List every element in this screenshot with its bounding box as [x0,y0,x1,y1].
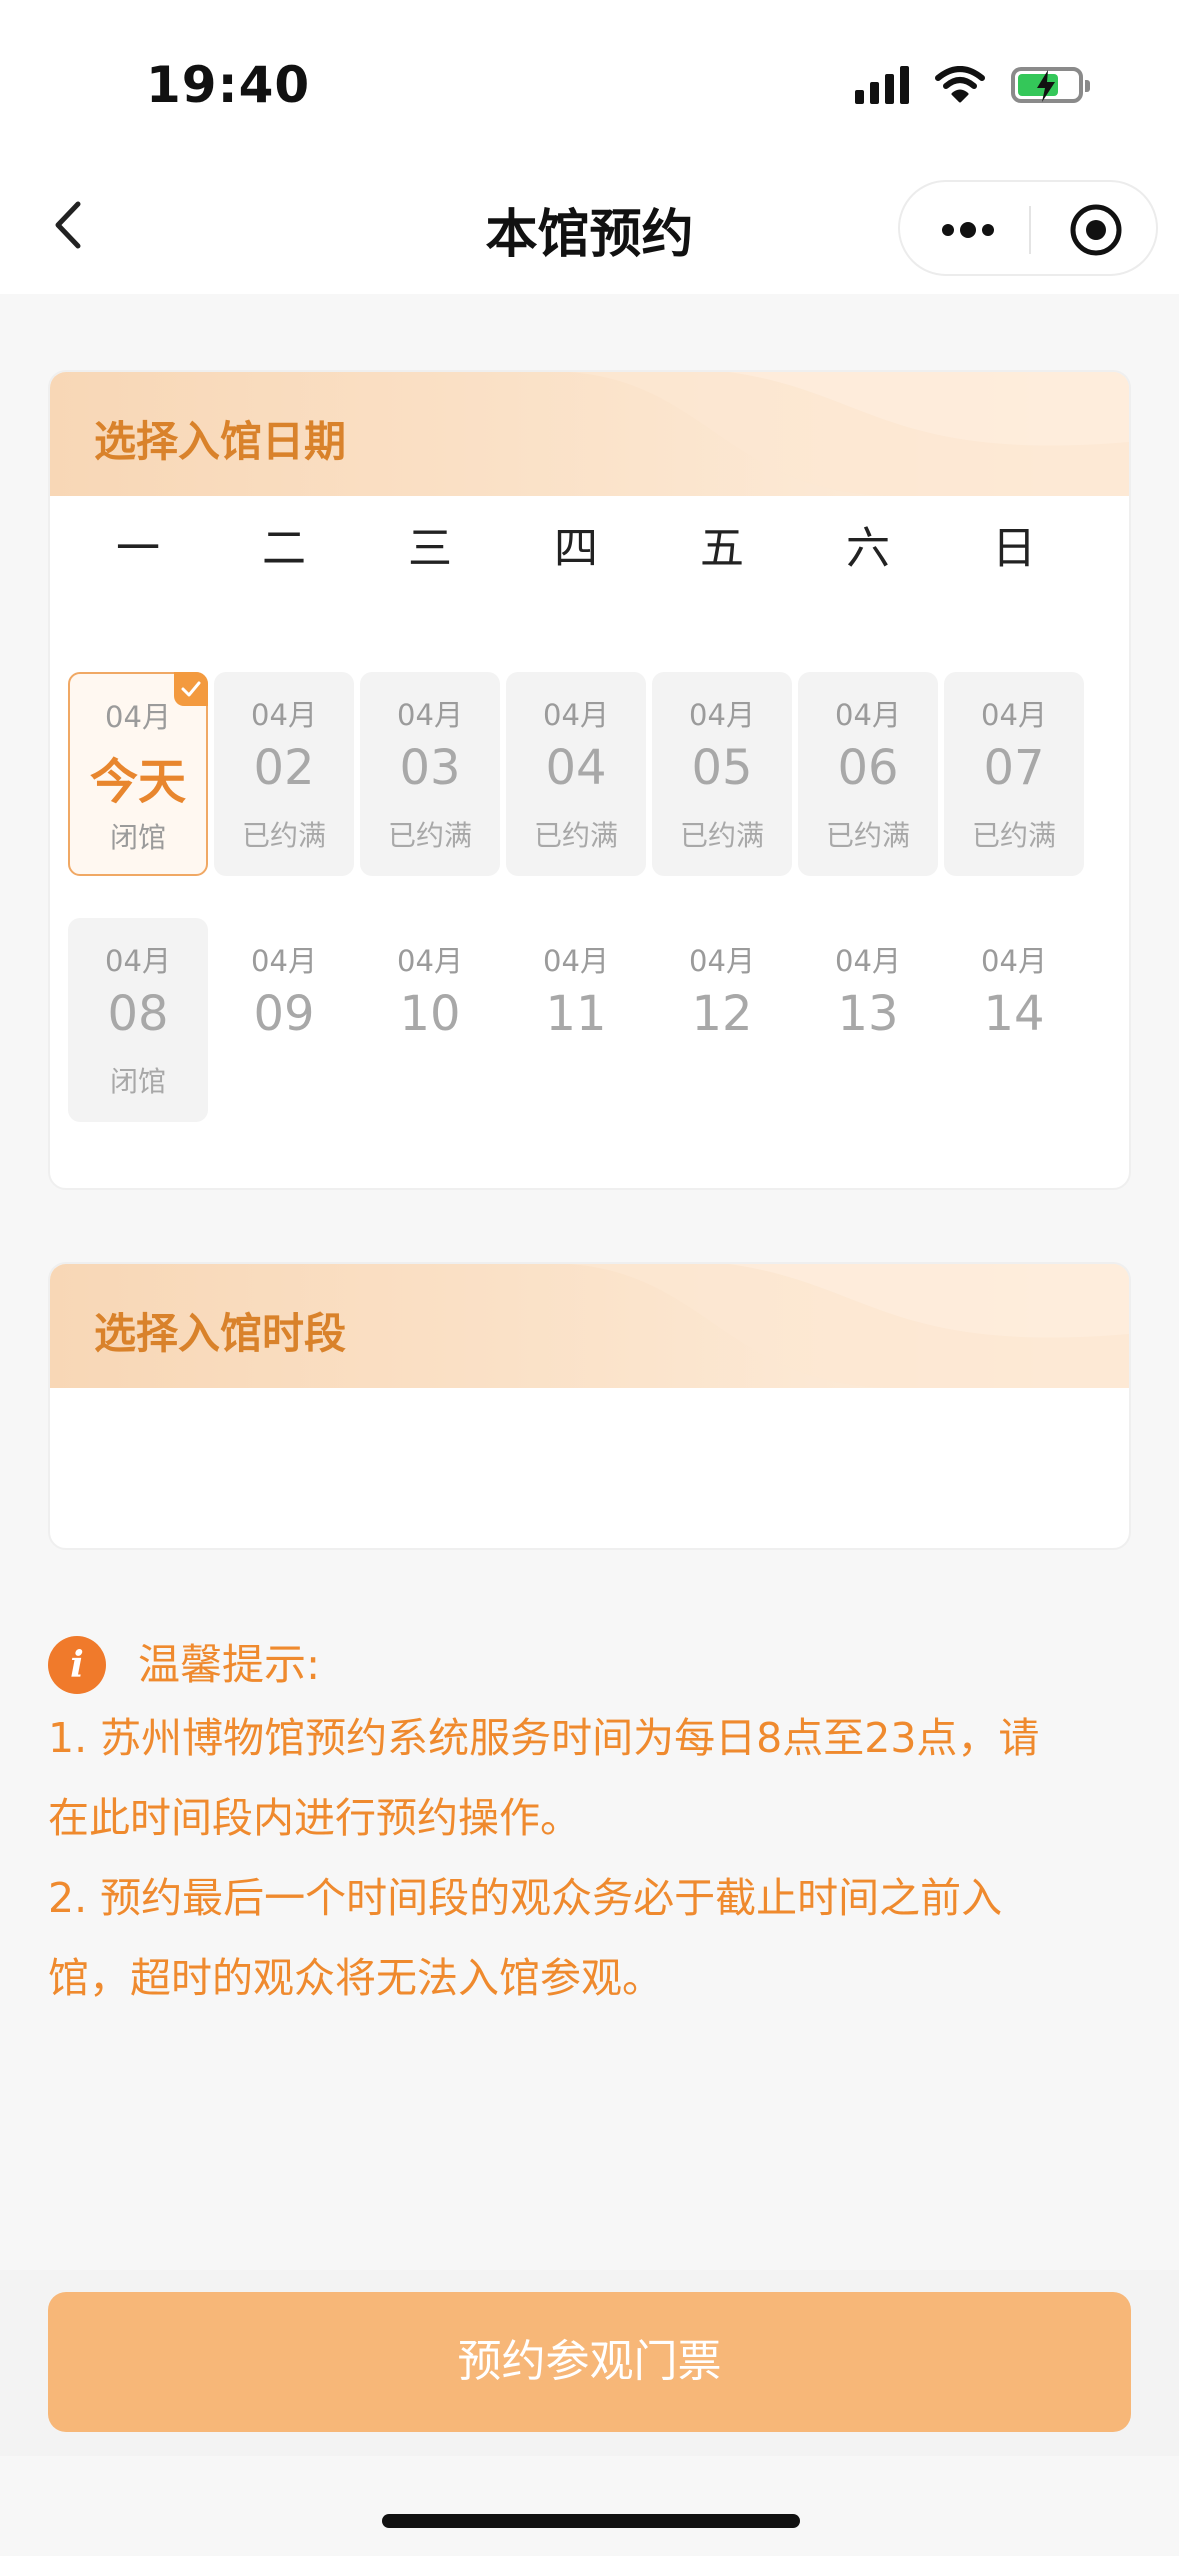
date-cell[interactable]: 04月 09 [214,918,354,1122]
date-cell[interactable]: 04月 13 [798,918,938,1122]
date-cell-today[interactable]: 04月 今天 闭馆 [68,672,208,876]
time-card-header: 选择入馆时段 [50,1264,1129,1388]
date-cell[interactable]: 04月 12 [652,918,792,1122]
date-cell[interactable]: 04月 02 已约满 [214,672,354,876]
tips-title: 温馨提示: [138,1640,321,1689]
home-indicator [382,2514,800,2528]
date-month: 04月 [105,944,171,978]
date-card-header: 选择入馆日期 [50,372,1129,496]
time-slot-card: 选择入馆时段 [48,1262,1131,1550]
weekday-mon: 一 [116,523,160,574]
date-month: 04月 [689,698,755,732]
date-cell[interactable]: 04月 11 [506,918,646,1122]
date-month: 04月 [981,698,1047,732]
mini-program-capsule [898,180,1158,276]
date-cell[interactable]: 04月 14 [944,918,1084,1122]
date-status: 闭馆 [109,821,166,854]
tips-line: 馆，超时的观众将无法入馆参观。 [48,1954,663,2002]
capsule-divider [1029,206,1031,254]
cellular-signal-icon [855,66,909,104]
date-month: 04月 [543,698,609,732]
date-day: 14 [983,986,1045,1042]
top-bar: 19:40 本馆预约 [0,0,1179,294]
tips-line: 2. 预约最后一个时间段的观众务必于截止时间之前入 [48,1874,1003,1922]
date-day: 13 [837,986,899,1042]
date-month: 04月 [981,944,1047,978]
tips-line: 1. 苏州博物馆预约系统服务时间为每日8点至23点，请 [48,1714,1040,1762]
date-month: 04月 [835,698,901,732]
date-month: 04月 [689,944,755,978]
date-status: 已约满 [825,819,910,852]
date-selection-card: 选择入馆日期 一 二 三 四 五 六 日 04月 今天 闭馆 04月 02 已约… [48,370,1131,1190]
date-cell[interactable]: 04月 08 闭馆 [68,918,208,1122]
page: 19:40 本馆预约 选择入馆日期 一 二 三 四 五 六 日 04月 今天 闭… [0,0,1179,2556]
date-status: 闭馆 [109,1065,166,1098]
date-cell[interactable]: 04月 10 [360,918,500,1122]
date-status: 已约满 [387,819,472,852]
status-time: 19:40 [146,56,311,114]
date-day: 12 [691,986,753,1042]
status-icons [855,62,1090,108]
date-month: 04月 [251,698,317,732]
date-cell[interactable]: 04月 05 已约满 [652,672,792,876]
weekday-header-row: 一 二 三 四 五 六 日 [50,512,1129,592]
date-day: 今天 [89,754,186,810]
date-day: 02 [253,740,315,796]
date-cell[interactable]: 04月 06 已约满 [798,672,938,876]
date-month: 04月 [543,944,609,978]
header-wave-decoration [569,372,1129,496]
date-day: 08 [107,986,169,1042]
header-wave-decoration [569,1264,1129,1388]
date-status: 已约满 [679,819,764,852]
date-cell[interactable]: 04月 04 已约满 [506,672,646,876]
date-day: 05 [691,740,753,796]
date-day: 06 [837,740,899,796]
time-section-title: 选择入馆时段 [94,1309,347,1358]
tips-line: 在此时间段内进行预约操作。 [48,1794,581,1842]
weekday-sun: 日 [992,523,1036,574]
date-day: 09 [253,986,315,1042]
date-status: 已约满 [971,819,1056,852]
close-target-icon[interactable] [1068,202,1124,258]
date-cell[interactable]: 04月 07 已约满 [944,672,1084,876]
date-status: 已约满 [533,819,618,852]
date-month: 04月 [105,700,171,734]
book-ticket-button[interactable]: 预约参观门票 [48,2292,1131,2432]
info-icon: i [48,1636,106,1694]
battery-icon [1011,67,1090,103]
date-day: 11 [545,986,607,1042]
date-day: 10 [399,986,461,1042]
weekday-sat: 六 [846,523,890,574]
weekday-tue: 二 [262,523,306,574]
date-month: 04月 [251,944,317,978]
more-icon[interactable] [938,216,998,244]
date-cell[interactable]: 04月 03 已约满 [360,672,500,876]
date-month: 04月 [835,944,901,978]
date-day: 04 [545,740,607,796]
date-day: 03 [399,740,461,796]
date-status: 已约满 [241,819,326,852]
weekday-wed: 三 [408,523,452,574]
date-section-title: 选择入馆日期 [94,417,347,466]
wifi-icon [935,66,985,103]
date-month: 04月 [397,698,463,732]
weekday-thu: 四 [554,523,598,574]
date-day: 07 [983,740,1045,796]
weekday-fri: 五 [700,523,744,574]
date-month: 04月 [397,944,463,978]
